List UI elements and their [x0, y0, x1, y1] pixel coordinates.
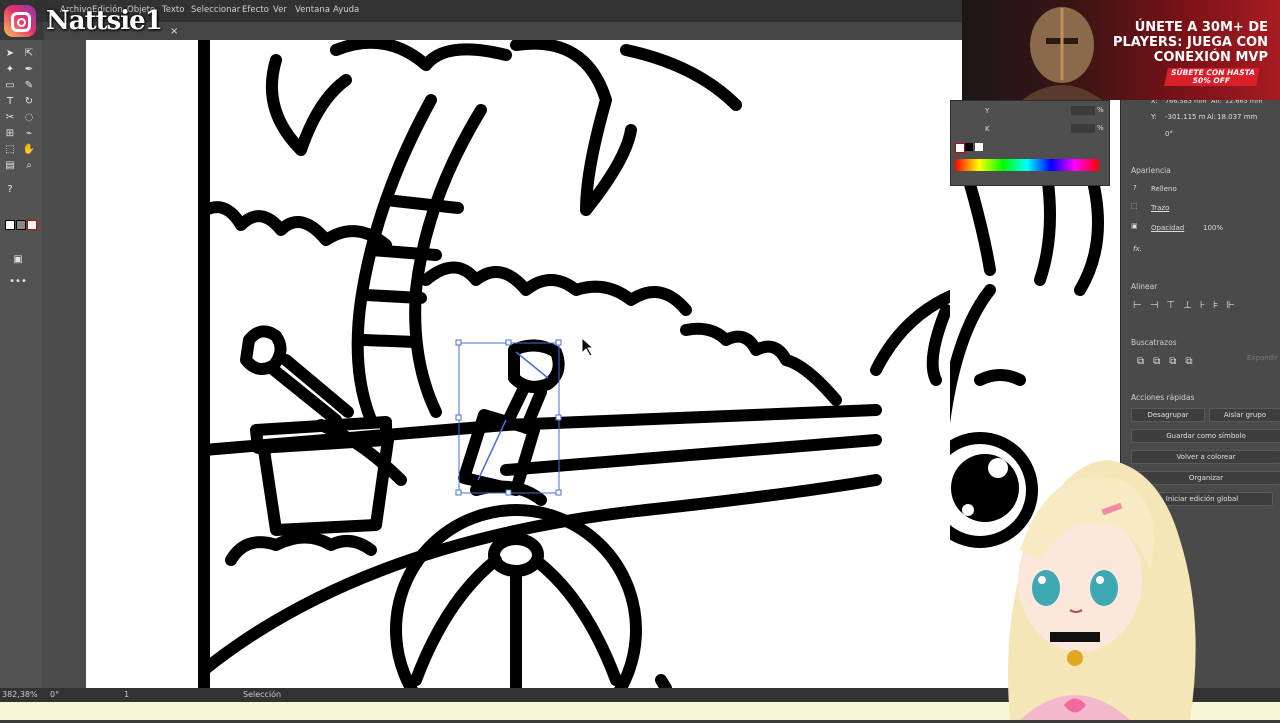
stroke-swatch[interactable]	[16, 220, 26, 230]
zoom-level[interactable]: 382,38%	[2, 690, 38, 699]
knight-helmet-image	[1022, 7, 1102, 100]
ad-headline: ÚNETE A 30M+ DE PLAYERS: JUEGA CON CONEX…	[1112, 20, 1268, 65]
scissors-tool-icon[interactable]: ✂	[2, 110, 18, 124]
rotate-tool-icon[interactable]: ↻	[21, 94, 37, 108]
direct-selection-tool-icon[interactable]: ⇱	[21, 46, 37, 60]
quick-actions-title: Acciones rápidas	[1131, 393, 1195, 402]
vtuber-avatar	[980, 420, 1210, 720]
rotation-view[interactable]: 0°	[50, 690, 59, 699]
color-k-input[interactable]	[1071, 124, 1095, 133]
type-tool-icon[interactable]: T	[2, 94, 18, 108]
zoom-tool-icon[interactable]: ⌕	[21, 158, 37, 172]
screen-mode-icon[interactable]: ▣	[10, 252, 26, 266]
pathfinder-title: Buscatrazos	[1131, 338, 1177, 347]
artboard-tool-icon[interactable]: ⬚	[2, 142, 18, 156]
color-y-label: Y	[985, 107, 990, 115]
selection-tool-icon[interactable]: ➤	[2, 46, 18, 60]
ad-cta-button[interactable]: SÚBETE CON HASTA 50% OFF	[1164, 68, 1260, 86]
stroke-swatch-icon[interactable]: ⬚	[1131, 202, 1138, 210]
streamer-overlay: Nattsie1	[4, 4, 163, 38]
warp-tool-icon[interactable]: ◌	[21, 110, 37, 124]
color-y-input[interactable]	[1071, 106, 1095, 115]
expand-button[interactable]: Expandir	[1247, 354, 1278, 362]
question-icon-panel: ?	[1133, 184, 1137, 192]
opacity-label[interactable]: Opacidad	[1151, 224, 1184, 232]
transform-h-label: Al:	[1207, 113, 1217, 121]
artwork	[198, 40, 950, 688]
menu-ver[interactable]: Ver	[273, 5, 287, 15]
white-swatch[interactable]	[975, 143, 983, 151]
color-k-label: K	[985, 125, 990, 133]
brush-tool-icon[interactable]: ✎	[21, 78, 37, 92]
menu-ventana[interactable]: Ventana	[295, 5, 330, 15]
color-k-unit: %	[1097, 124, 1104, 132]
magic-wand-tool-icon[interactable]: ✦	[2, 62, 18, 76]
more-tools-icon[interactable]: •••	[9, 274, 27, 288]
menu-texto[interactable]: Texto	[162, 5, 184, 15]
black-swatch[interactable]	[965, 143, 973, 151]
color-panel: Y K % %	[950, 100, 1110, 186]
tools-panel: ➤ ⇱ ✦ ✒ ▭ ✎ T ↻ ✂ ◌ ⊞ ⌁ ⬚ ✋ ▤ ⌕ ? ▣ •••	[0, 40, 43, 688]
tab-close-icon[interactable]: ×	[170, 26, 178, 37]
gradient-tool-icon[interactable]: ▤	[2, 158, 18, 172]
instagram-icon	[4, 5, 36, 37]
menu-seleccionar[interactable]: Seleccionar	[191, 5, 240, 15]
fx-icon[interactable]: fx.	[1133, 245, 1142, 253]
current-tool: Selección	[243, 690, 282, 699]
pasteboard	[42, 40, 86, 688]
advertisement-banner[interactable]: ÚNETE A 30M+ DE PLAYERS: JUEGA CON CONEX…	[962, 0, 1280, 100]
fill-label[interactable]: Relleno	[1151, 185, 1177, 193]
align-title: Alinear	[1131, 282, 1158, 291]
color-y-unit: %	[1097, 106, 1104, 114]
artboard-number[interactable]: 1	[124, 690, 129, 699]
transform-y-label: Y:	[1151, 113, 1157, 121]
pathfinder-icons[interactable]: ⧉⧉⧉⧉	[1137, 356, 1202, 367]
question-icon[interactable]: ?	[2, 182, 18, 196]
isolate-group-button[interactable]: Aislar grupo	[1209, 408, 1280, 422]
shape-builder-tool-icon[interactable]: ⊞	[2, 126, 18, 140]
appearance-title: Apariencia	[1131, 166, 1171, 175]
streamer-handle: Nattsie1	[46, 6, 163, 36]
canvas[interactable]	[86, 40, 950, 688]
color-spectrum[interactable]	[955, 159, 1099, 171]
menu-ayuda[interactable]: Ayuda	[333, 5, 359, 15]
transform-y-value[interactable]: -301.115 m	[1165, 113, 1206, 121]
none-swatch[interactable]	[27, 220, 37, 230]
stroke-label[interactable]: Trazo	[1151, 204, 1169, 212]
pen-tool-icon[interactable]: ✒	[21, 62, 37, 76]
menu-efecto[interactable]: Efecto	[242, 5, 269, 15]
opacity-value[interactable]: 100%	[1203, 224, 1223, 232]
hand-tool-icon[interactable]: ✋	[21, 142, 37, 156]
fill-swatch[interactable]	[5, 220, 15, 230]
align-icons[interactable]: ⊢⊣⊤⊥⊦⊧⊩	[1133, 300, 1243, 311]
cursor-icon	[581, 336, 595, 357]
transform-h-value[interactable]: 18.037 mm	[1217, 113, 1257, 121]
eyedropper-tool-icon[interactable]: ⌁	[21, 126, 37, 140]
rectangle-tool-icon[interactable]: ▭	[2, 78, 18, 92]
opacity-icon: ▣	[1131, 222, 1138, 230]
rotation-value[interactable]: 0°	[1165, 130, 1173, 138]
none-color-swatch[interactable]	[955, 143, 965, 153]
